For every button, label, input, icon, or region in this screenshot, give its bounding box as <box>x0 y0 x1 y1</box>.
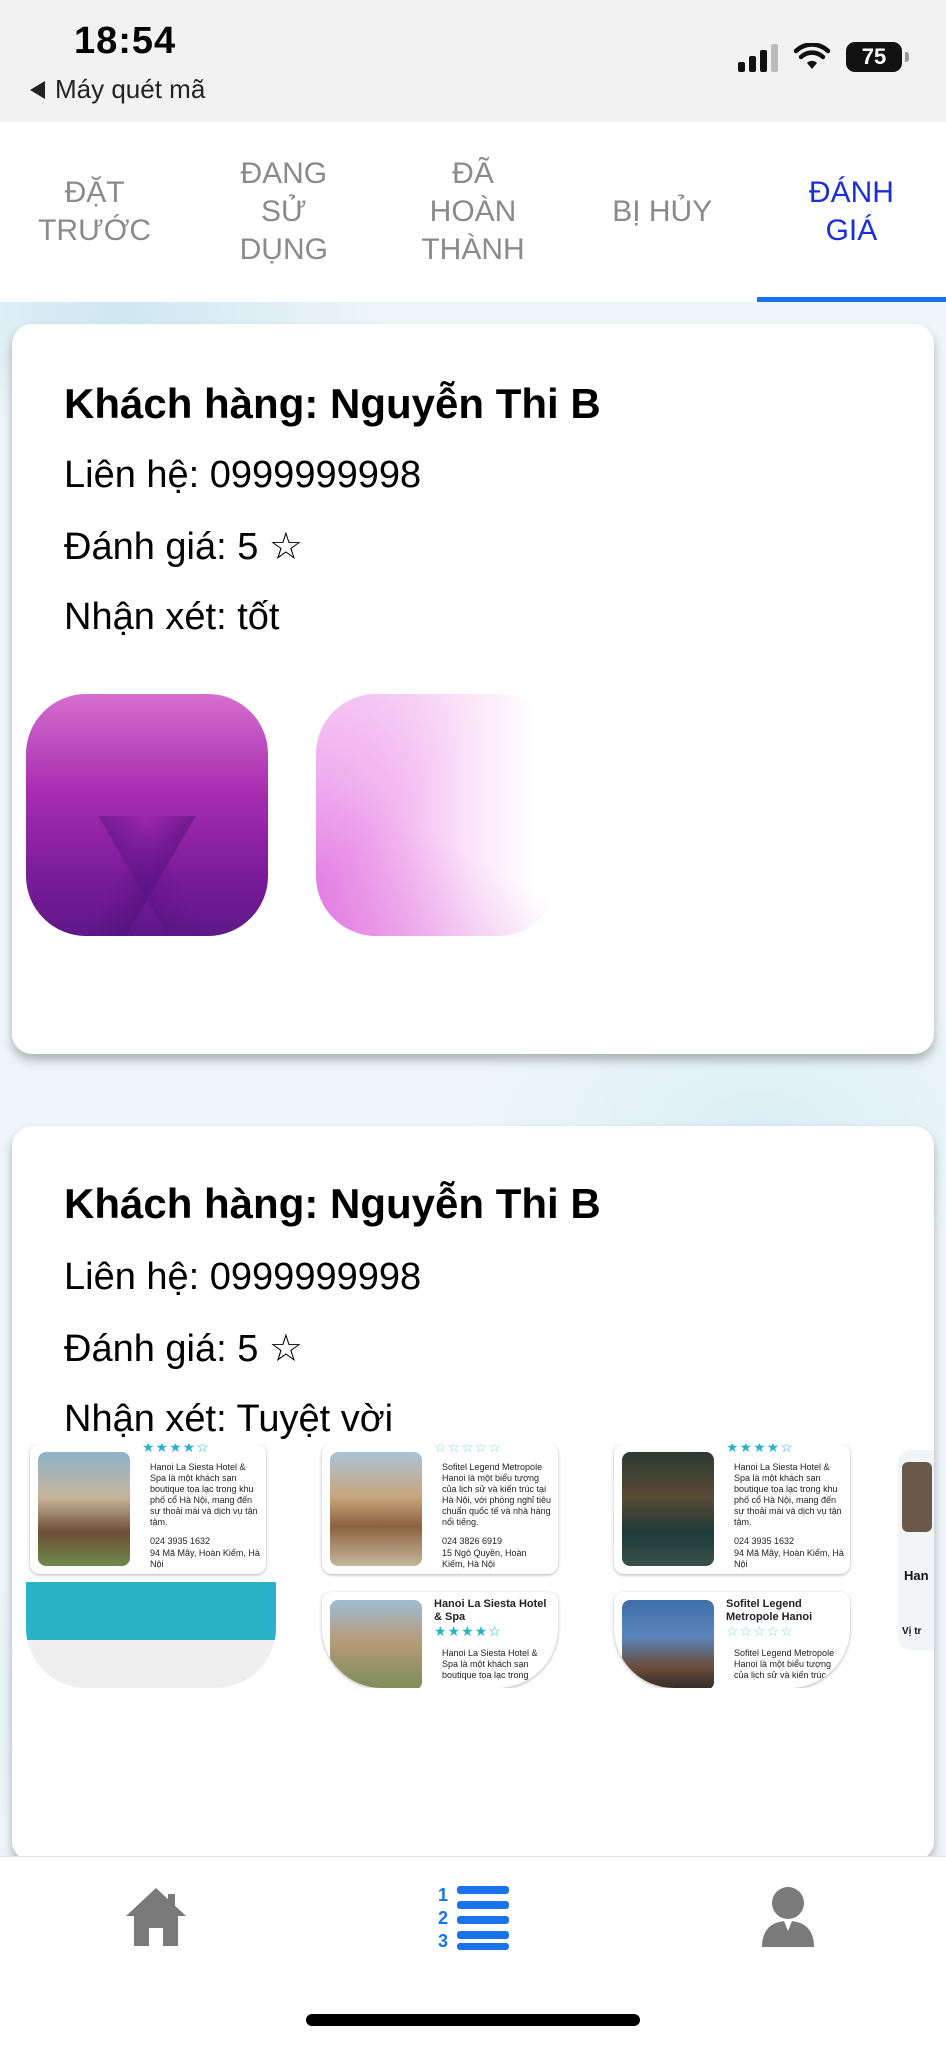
review-image[interactable] <box>316 694 558 936</box>
tab-reviews[interactable]: ĐÁNH GIÁ <box>756 122 946 302</box>
numbered-list-icon: 1 2 3 <box>438 1885 509 1951</box>
list-number: 3 <box>438 1931 448 1951</box>
hotel-mini-card: Sofitel Legend Metropole Hanoi ☆☆☆☆☆ Sof… <box>614 1592 850 1688</box>
review-image[interactable]: ☆☆☆☆☆ Sofitel Legend Metropole Hanoi là … <box>318 1444 564 1688</box>
hotel-description: Hanoi La Siesta Hotel & Spa là một khách… <box>150 1462 258 1527</box>
review-image[interactable]: ★★★★☆ Hanoi La Siesta Hotel & Spa là một… <box>610 1444 856 1688</box>
user-icon <box>762 1887 814 1947</box>
nav-orders-button[interactable]: 1 2 3 <box>414 1867 534 1967</box>
wifi-icon <box>794 43 830 69</box>
tab-cancelled[interactable]: BỊ HỦY <box>568 122 757 302</box>
hotel-address: 94 Mã Mây, Hoàn Kiếm, Hà Nội <box>150 1548 260 1569</box>
hotel-description: Sofitel Legend Metropole Hanoi là một bi… <box>734 1648 835 1680</box>
hotel-phone: 024 3826 6919 <box>442 1536 503 1546</box>
tab-pre-order[interactable]: ĐẶT TRƯỚC <box>0 122 189 302</box>
hotel-phone: 024 3935 1632 <box>150 1536 211 1546</box>
review-card: Khách hàng: Nguyễn Thi B Liên hệ: 099999… <box>12 324 934 1054</box>
review-rating: Đánh giá: 5 ☆ <box>64 526 303 568</box>
status-icons: 75 <box>738 42 909 72</box>
hotel-title: Sofitel Legend Metropole Hanoi <box>726 1598 813 1623</box>
reviews-list[interactable]: Khách hàng: Nguyễn Thi B Liên hệ: 099999… <box>0 302 946 1856</box>
teal-band <box>26 1582 276 1640</box>
tab-in-use[interactable]: ĐANG SỬ DỤNG <box>189 122 378 302</box>
tab-completed[interactable]: ĐÃ HOÀN THÀNH <box>378 122 567 302</box>
star-rating: ★★★★☆ <box>142 1444 210 1455</box>
hotel-description: Sofitel Legend Metropole Hanoi là một bi… <box>442 1462 551 1527</box>
hotel-phone: 024 3935 1632 <box>734 1536 795 1546</box>
star-rating: ☆☆☆☆☆ <box>726 1623 794 1639</box>
back-app-label: Máy quét mã <box>55 74 206 104</box>
hotel-address: 94 Mã Mây, Hoàn Kiếm, Hà Nội <box>734 1548 844 1569</box>
status-tabs: ĐẶT TRƯỚC ĐANG SỬ DỤNG ĐÃ HOÀN THÀNH BỊ … <box>0 122 946 303</box>
back-arrow-icon <box>30 80 45 99</box>
list-number: 1 <box>438 1885 448 1905</box>
hotel-photo <box>622 1600 714 1688</box>
hotel-title-fragment: Han <box>904 1568 929 1583</box>
hotel-mini-card: ☆☆☆☆☆ Sofitel Legend Metropole Hanoi là … <box>322 1444 558 1574</box>
hotel-mini-card: ★★★★☆ Hanoi La Siesta Hotel & Spa là một… <box>30 1444 266 1574</box>
star-rating: ☆☆☆☆☆ <box>434 1444 502 1455</box>
home-icon <box>126 1888 186 1946</box>
status-bar: 18:54 Máy quét mã 75 <box>0 0 946 122</box>
review-comment: Nhận xét: tốt <box>64 596 280 638</box>
status-time: 18:54 <box>74 20 177 62</box>
review-rating: Đánh giá: 5 ☆ <box>64 1328 303 1370</box>
battery-icon: 75 <box>846 42 909 72</box>
review-comment: Nhận xét: Tuyệt vời <box>64 1398 394 1440</box>
hotel-photo <box>622 1452 714 1566</box>
hotel-address: 15 Ngô Quyền, Hoàn Kiếm, Hà Nội <box>442 1548 527 1569</box>
review-image[interactable]: Han Vị tr <box>898 1450 934 1650</box>
hotel-description: Hanoi La Siesta Hotel & Spa là một khách… <box>442 1648 538 1680</box>
nav-profile-button[interactable] <box>728 1867 848 1967</box>
star-rating: ★★★★☆ <box>726 1444 794 1455</box>
hotel-mini-card: ★★★★☆ Hanoi La Siesta Hotel & Spa là một… <box>614 1444 850 1574</box>
customer-name: Khách hàng: Nguyễn Thi B <box>64 1180 601 1227</box>
list-number: 2 <box>438 1908 448 1928</box>
hotel-photo <box>38 1452 130 1566</box>
hotel-photo <box>330 1600 422 1688</box>
hotel-mini-card: Hanoi La Siesta Hotel & Spa ★★★★☆ Hanoi … <box>322 1592 558 1688</box>
hotel-location-fragment: Vị tr <box>902 1626 922 1637</box>
customer-contact: Liên hệ: 0999999998 <box>64 1256 422 1298</box>
customer-contact: Liên hệ: 0999999998 <box>64 454 422 496</box>
review-image[interactable] <box>26 694 268 936</box>
home-indicator[interactable] <box>306 2014 640 2026</box>
hotel-description: Hanoi La Siesta Hotel & Spa là một khách… <box>734 1462 842 1527</box>
review-image[interactable]: ★★★★☆ Hanoi La Siesta Hotel & Spa là một… <box>26 1444 276 1688</box>
nav-home-button[interactable] <box>96 1867 216 1967</box>
hotel-title: Hanoi La Siesta Hotel & Spa <box>434 1598 547 1623</box>
hotel-photo <box>902 1462 932 1532</box>
back-to-app-link[interactable]: Máy quét mã <box>30 74 205 105</box>
customer-name: Khách hàng: Nguyễn Thi B <box>64 380 601 427</box>
star-rating: ★★★★☆ <box>434 1623 502 1639</box>
cellular-signal-icon <box>738 42 778 72</box>
hotel-photo <box>330 1452 422 1566</box>
grey-band <box>26 1640 276 1688</box>
